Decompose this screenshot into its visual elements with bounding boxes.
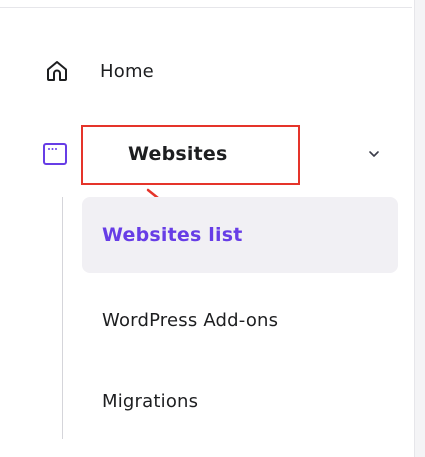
sidebar-item-label: Websites: [128, 143, 228, 165]
home-icon: [44, 58, 70, 84]
submenu-item-label: WordPress Add-ons: [102, 309, 279, 331]
top-divider: [0, 7, 412, 8]
submenu-rail: [62, 197, 63, 439]
submenu-item-label: Migrations: [102, 390, 199, 412]
sidebar-nav: Home Websites Websites list WordPress Ad…: [0, 0, 425, 457]
submenu-item-wordpress-addons[interactable]: WordPress Add-ons: [82, 282, 398, 358]
sidebar-item-label: Home: [100, 60, 154, 82]
main-content-edge: [414, 0, 425, 457]
chevron-down-icon[interactable]: [366, 146, 382, 162]
submenu-item-websites-list[interactable]: Websites list: [82, 197, 398, 273]
browser-window-icon: [42, 141, 68, 167]
submenu-item-migrations[interactable]: Migrations: [82, 363, 398, 439]
sidebar-item-home[interactable]: Home: [44, 52, 154, 90]
sidebar-item-websites[interactable]: Websites: [42, 136, 382, 172]
submenu-item-label: Websites list: [102, 224, 243, 246]
